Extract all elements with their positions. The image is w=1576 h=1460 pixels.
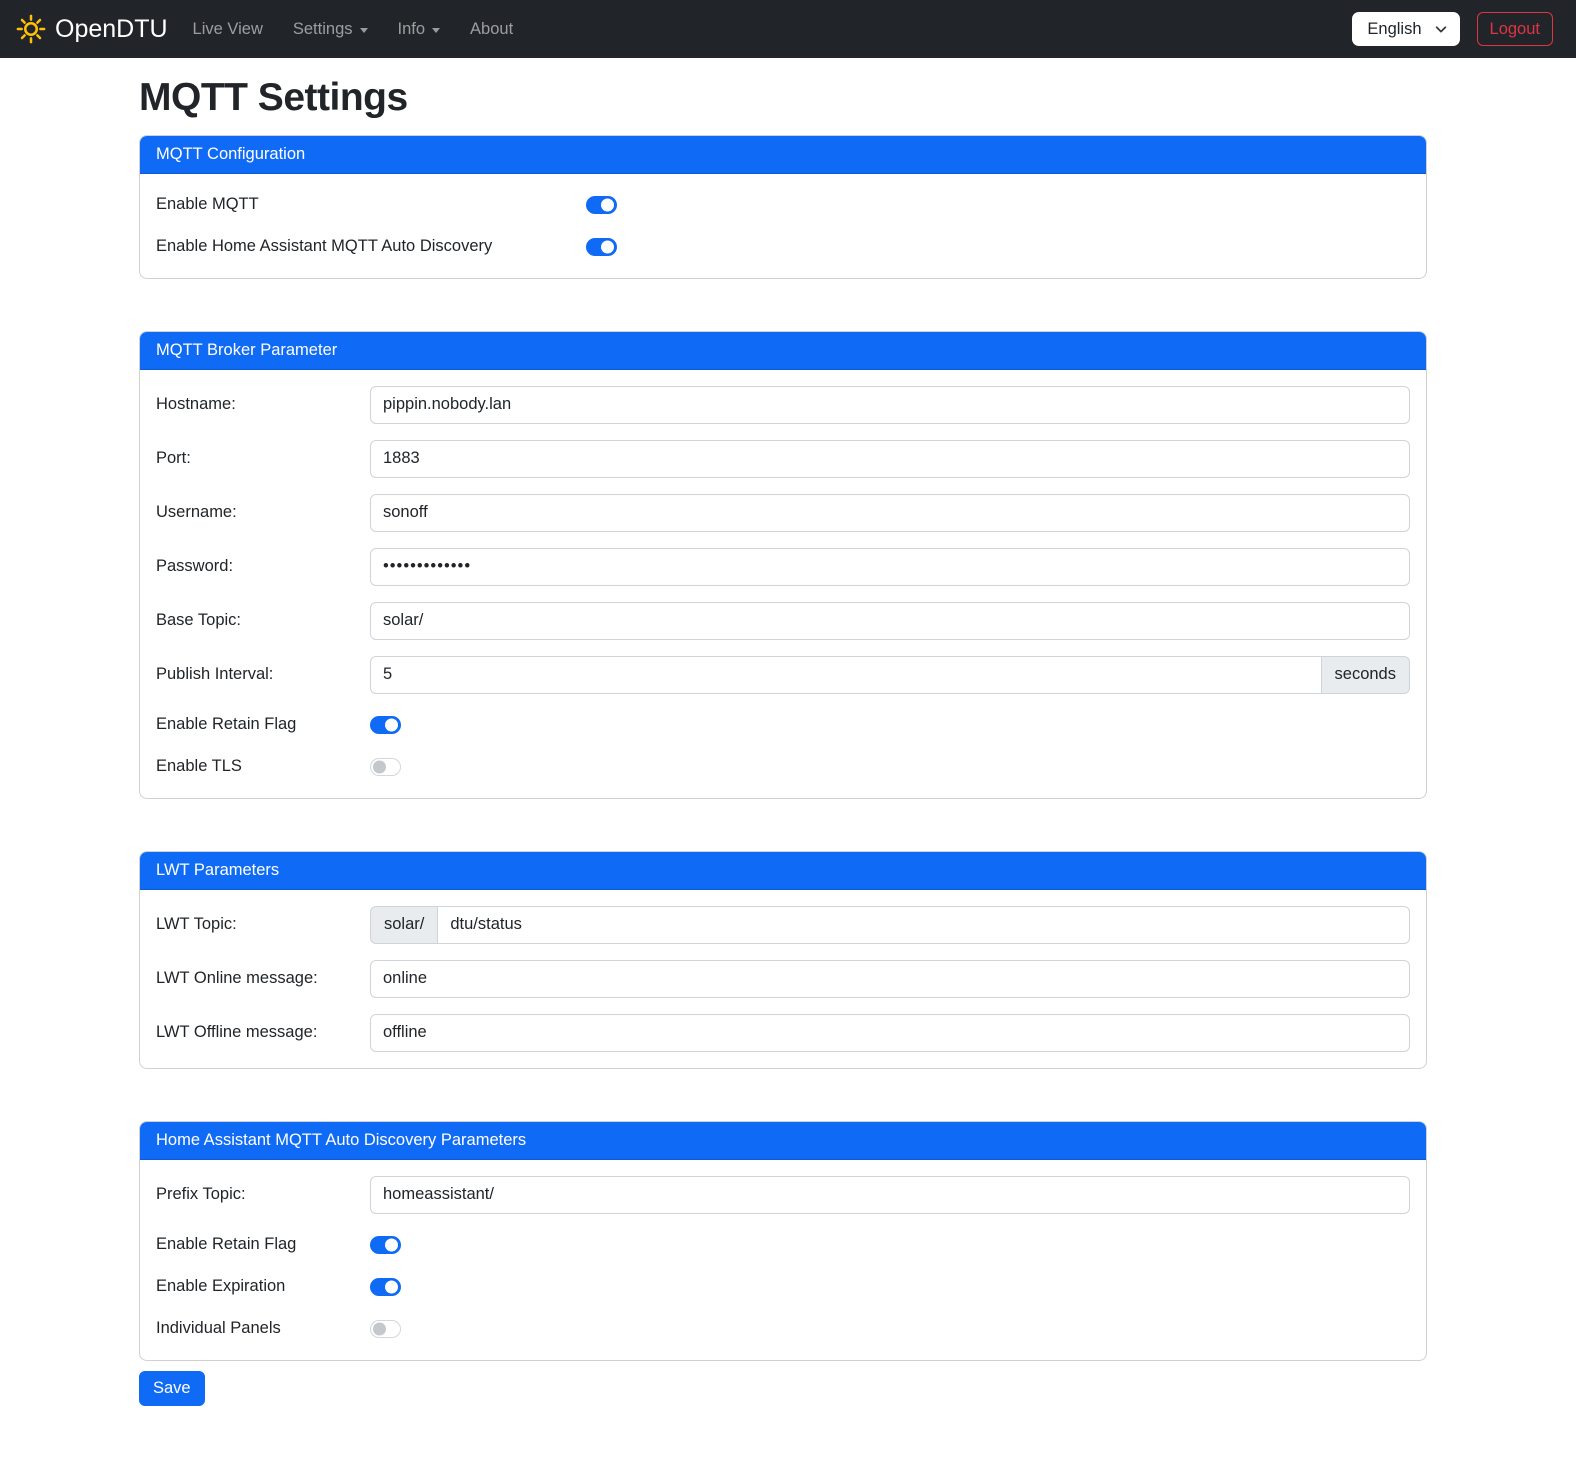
- enable-mqtt-toggle[interactable]: [586, 196, 617, 214]
- caret-down-icon: [360, 28, 368, 33]
- tls-row: Enable TLS: [156, 752, 1410, 782]
- password-row: Password:: [156, 548, 1410, 586]
- language-select[interactable]: English: [1352, 12, 1459, 46]
- nav-live-view-label: Live View: [193, 20, 263, 39]
- card-header: MQTT Configuration: [140, 136, 1426, 174]
- base-topic-input[interactable]: [370, 602, 1410, 640]
- card-body: Prefix Topic: Enable Retain Flag Enable …: [140, 1160, 1426, 1360]
- port-label: Port:: [156, 449, 370, 468]
- nav-settings-label: Settings: [293, 20, 353, 39]
- password-label: Password:: [156, 557, 370, 576]
- prefix-topic-row: Prefix Topic:: [156, 1176, 1410, 1214]
- hass-retain-label: Enable Retain Flag: [156, 1235, 370, 1254]
- retain-flag-row: Enable Retain Flag: [156, 710, 1410, 740]
- caret-down-icon: [432, 28, 440, 33]
- publish-interval-row: Publish Interval: seconds: [156, 656, 1410, 694]
- lwt-parameters-card: LWT Parameters LWT Topic: solar/ LWT Onl…: [139, 851, 1427, 1069]
- main-content: MQTT Settings MQTT Configuration Enable …: [139, 58, 1427, 1406]
- port-input[interactable]: [370, 440, 1410, 478]
- individual-panels-label: Individual Panels: [156, 1319, 370, 1338]
- seconds-addon: seconds: [1322, 656, 1410, 694]
- enable-mqtt-label: Enable MQTT: [156, 195, 586, 214]
- individual-panels-row: Individual Panels: [156, 1314, 1410, 1344]
- base-topic-row: Base Topic:: [156, 602, 1410, 640]
- lwt-offline-input[interactable]: [370, 1014, 1410, 1052]
- navbar-right: English Logout: [1352, 12, 1553, 46]
- base-topic-label: Base Topic:: [156, 611, 370, 630]
- tls-label: Enable TLS: [156, 757, 370, 776]
- publish-interval-input[interactable]: [370, 656, 1322, 694]
- lwt-topic-input[interactable]: [437, 906, 1410, 944]
- lwt-topic-row: LWT Topic: solar/: [156, 906, 1410, 944]
- expiration-toggle[interactable]: [370, 1278, 401, 1296]
- nav-links: Live View Settings Info About: [178, 12, 529, 47]
- nav-item-about[interactable]: About: [455, 12, 528, 47]
- nav-item-settings[interactable]: Settings: [278, 12, 383, 47]
- card-body: LWT Topic: solar/ LWT Online message: LW…: [140, 890, 1426, 1068]
- navbar-left: OpenDTU Live View Settings Info About: [16, 12, 528, 47]
- hostname-row: Hostname:: [156, 386, 1410, 424]
- mqtt-configuration-card: MQTT Configuration Enable MQTT Enable Ho…: [139, 135, 1427, 279]
- username-input[interactable]: [370, 494, 1410, 532]
- username-row: Username:: [156, 494, 1410, 532]
- logout-button[interactable]: Logout: [1477, 12, 1553, 46]
- lwt-offline-row: LWT Offline message:: [156, 1014, 1410, 1052]
- page-title: MQTT Settings: [139, 78, 1427, 119]
- password-input[interactable]: [370, 548, 1410, 586]
- hostname-input[interactable]: [370, 386, 1410, 424]
- port-row: Port:: [156, 440, 1410, 478]
- individual-panels-toggle[interactable]: [370, 1320, 401, 1338]
- enable-hass-discovery-row: Enable Home Assistant MQTT Auto Discover…: [156, 232, 1410, 262]
- save-button[interactable]: Save: [139, 1371, 205, 1406]
- nav-item-info[interactable]: Info: [383, 12, 456, 47]
- enable-hass-discovery-label: Enable Home Assistant MQTT Auto Discover…: [156, 237, 586, 256]
- lwt-topic-prefix-addon: solar/: [370, 906, 437, 944]
- card-header: MQTT Broker Parameter: [140, 332, 1426, 370]
- brand[interactable]: OpenDTU: [16, 14, 168, 44]
- lwt-online-row: LWT Online message:: [156, 960, 1410, 998]
- nav-about-label: About: [470, 20, 513, 39]
- enable-mqtt-row: Enable MQTT: [156, 190, 1410, 220]
- hass-discovery-card: Home Assistant MQTT Auto Discovery Param…: [139, 1121, 1427, 1361]
- brand-label: OpenDTU: [55, 15, 168, 44]
- tls-toggle[interactable]: [370, 758, 401, 776]
- hass-retain-flag-toggle[interactable]: [370, 1236, 401, 1254]
- prefix-topic-label: Prefix Topic:: [156, 1185, 370, 1204]
- retain-flag-label: Enable Retain Flag: [156, 715, 370, 734]
- lwt-topic-label: LWT Topic:: [156, 915, 370, 934]
- expiration-label: Enable Expiration: [156, 1277, 370, 1296]
- lwt-online-label: LWT Online message:: [156, 969, 370, 988]
- retain-flag-toggle[interactable]: [370, 716, 401, 734]
- username-label: Username:: [156, 503, 370, 522]
- lwt-online-input[interactable]: [370, 960, 1410, 998]
- nav-item-live-view[interactable]: Live View: [178, 12, 278, 47]
- expiration-row: Enable Expiration: [156, 1272, 1410, 1302]
- language-selected-value: English: [1367, 20, 1421, 39]
- publish-interval-label: Publish Interval:: [156, 665, 370, 684]
- lwt-offline-label: LWT Offline message:: [156, 1023, 370, 1042]
- navbar: OpenDTU Live View Settings Info About En…: [0, 0, 1576, 58]
- chevron-down-icon: [1434, 22, 1448, 36]
- hostname-label: Hostname:: [156, 395, 370, 414]
- card-body: Enable MQTT Enable Home Assistant MQTT A…: [140, 174, 1426, 278]
- card-header: LWT Parameters: [140, 852, 1426, 890]
- mqtt-broker-card: MQTT Broker Parameter Hostname: Port: Us…: [139, 331, 1427, 799]
- hass-auto-discovery-toggle[interactable]: [586, 238, 617, 256]
- card-header: Home Assistant MQTT Auto Discovery Param…: [140, 1122, 1426, 1160]
- nav-info-label: Info: [398, 20, 426, 39]
- prefix-topic-input[interactable]: [370, 1176, 1410, 1214]
- card-body: Hostname: Port: Username: Password:: [140, 370, 1426, 798]
- hass-retain-row: Enable Retain Flag: [156, 1230, 1410, 1260]
- sun-icon: [16, 14, 46, 44]
